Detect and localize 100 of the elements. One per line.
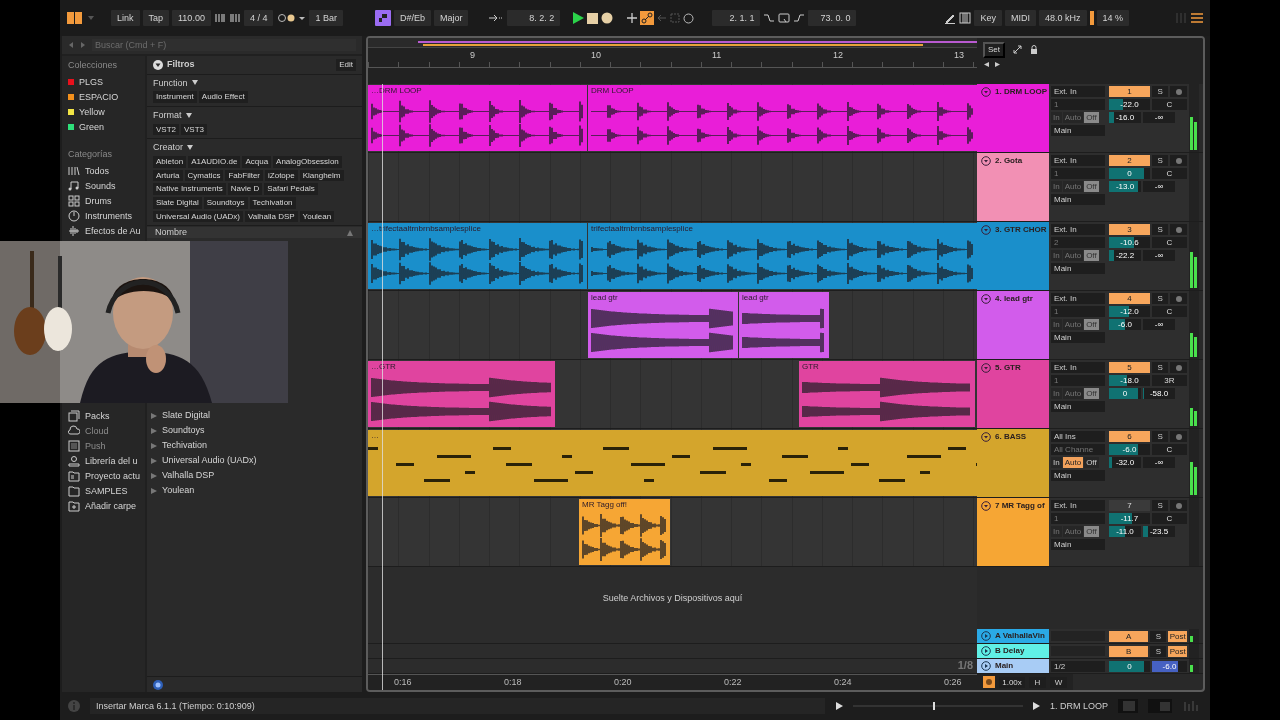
channel-dropdown[interactable]: 1: [1051, 99, 1105, 110]
play-icon[interactable]: [835, 702, 843, 710]
list-header[interactable]: Nombre: [147, 227, 362, 239]
monitor-button[interactable]: Off: [1084, 526, 1099, 537]
arm-icon[interactable]: [1175, 364, 1182, 371]
pan-field[interactable]: C: [1151, 237, 1187, 248]
layout-icon[interactable]: [66, 11, 84, 25]
filter-tag[interactable]: Navie D: [227, 183, 263, 195]
clip[interactable]: GTR: [799, 361, 975, 427]
channel-dropdown[interactable]: 2: [1051, 237, 1105, 248]
monitor-button[interactable]: Off: [1084, 112, 1099, 123]
filter-tag[interactable]: A1AUDIO.de: [188, 156, 241, 168]
filter-tag[interactable]: Acqua: [242, 156, 272, 168]
signature-field[interactable]: 4 / 4: [243, 10, 274, 26]
monitor-button[interactable]: In: [1051, 457, 1062, 468]
track-header[interactable]: Main: [977, 659, 1049, 673]
track-header[interactable]: 5. GTR: [977, 360, 1049, 428]
piano-keys-icon[interactable]: [959, 12, 972, 24]
h-button[interactable]: H: [1029, 676, 1046, 688]
expand-icon[interactable]: [1013, 45, 1022, 55]
return-activator[interactable]: B: [1109, 646, 1149, 657]
fold-icon[interactable]: [981, 156, 991, 166]
category-item[interactable]: Drums: [68, 193, 145, 209]
clip[interactable]: …: [368, 430, 977, 496]
pan-field[interactable]: C: [1151, 306, 1187, 317]
track-header[interactable]: 4. lead gtr: [977, 291, 1049, 359]
play-icon[interactable]: [981, 646, 991, 656]
volume-field[interactable]: -12.0: [1109, 306, 1150, 317]
input-dropdown[interactable]: Ext. In: [1051, 362, 1105, 373]
volume-field[interactable]: 0: [1109, 168, 1150, 179]
monitor-button[interactable]: Off: [1084, 457, 1099, 468]
volume-field[interactable]: -22.0: [1109, 99, 1150, 110]
track-activator[interactable]: 6: [1109, 431, 1150, 442]
play-button[interactable]: [572, 12, 585, 24]
filter-tag[interactable]: Soundtoys: [203, 196, 248, 209]
track-activator[interactable]: 1: [1109, 86, 1150, 97]
nudge-down-icon[interactable]: [213, 12, 226, 24]
arm-icon[interactable]: [1175, 88, 1182, 95]
output-dropdown[interactable]: 1/2: [1051, 661, 1105, 672]
filter-group-title[interactable]: Function: [153, 77, 188, 89]
caret-icon[interactable]: [191, 80, 198, 86]
key-map-button[interactable]: Key: [974, 10, 1002, 26]
collection-item[interactable]: PLGS: [68, 74, 145, 90]
track-header[interactable]: 7 MR Tagg of: [977, 498, 1049, 566]
solo-button[interactable]: S: [1151, 86, 1169, 97]
filter-tag[interactable]: Slate Digital: [153, 196, 202, 209]
solo-button[interactable]: S: [1151, 224, 1169, 235]
send-field[interactable]: -∞: [1143, 250, 1175, 261]
filter-tag[interactable]: Youlean: [299, 210, 335, 223]
help-icon[interactable]: [153, 679, 163, 690]
track-header[interactable]: A ValhallaVin: [977, 629, 1049, 643]
collection-item[interactable]: ESPACIO: [68, 89, 145, 105]
place-item[interactable]: Librería del u: [68, 453, 145, 469]
filter-tag[interactable]: Valhalla DSP: [245, 210, 298, 223]
clip[interactable]: lead gtr: [588, 292, 738, 358]
arm-icon[interactable]: [1175, 502, 1182, 509]
send-field[interactable]: 0: [1109, 388, 1141, 399]
punch-out-icon[interactable]: [793, 13, 806, 23]
send-field[interactable]: -∞: [1143, 319, 1175, 330]
filter-icon[interactable]: [153, 59, 163, 70]
clip[interactable]: DRM LOOP: [588, 85, 977, 151]
pan-field[interactable]: 3R: [1151, 375, 1187, 386]
input-dropdown[interactable]: Ext. In: [1051, 86, 1105, 97]
arm-icon[interactable]: [1175, 295, 1182, 302]
tempo-field[interactable]: 110.00: [172, 10, 211, 26]
sort-icon[interactable]: [346, 228, 354, 237]
record-button[interactable]: [601, 12, 614, 24]
list-item[interactable]: Techivation: [147, 438, 362, 454]
collection-item[interactable]: Yellow: [68, 104, 145, 120]
w-button[interactable]: W: [1050, 676, 1067, 688]
caret-icon[interactable]: [187, 145, 193, 151]
filter-tag[interactable]: Ableton: [153, 156, 187, 168]
send-field[interactable]: -11.0: [1109, 526, 1141, 537]
lock-icon[interactable]: [1030, 45, 1038, 55]
send-field[interactable]: -32.0: [1109, 457, 1141, 468]
monitor-button[interactable]: Off: [1084, 181, 1099, 192]
quantize-dropdown[interactable]: 1 Bar: [309, 10, 343, 26]
pan-field[interactable]: C: [1151, 99, 1187, 110]
fold-icon[interactable]: [981, 501, 991, 511]
edit-button[interactable]: Edit: [336, 59, 356, 71]
back-arrow-icon[interactable]: [68, 41, 74, 49]
filter-tag[interactable]: Klanghelm: [299, 169, 344, 182]
send-field[interactable]: -16.0: [1109, 112, 1141, 123]
tap-button[interactable]: Tap: [142, 10, 170, 26]
filter-group-title[interactable]: Creator: [153, 142, 183, 154]
volume-field[interactable]: -6.0: [1109, 444, 1150, 455]
left-arrow-icon[interactable]: [983, 60, 990, 68]
loop-length-field[interactable]: 73. 0. 0: [808, 10, 857, 26]
clip[interactable]: trifectaaltrnbrnbsamplesplice: [588, 223, 977, 289]
list-item[interactable]: Valhalla DSP: [147, 468, 362, 484]
arm-icon[interactable]: [1175, 433, 1182, 440]
track-activator[interactable]: 7: [1109, 500, 1150, 511]
fold-icon[interactable]: [981, 363, 991, 373]
link-button[interactable]: Link: [111, 10, 140, 26]
place-item[interactable]: Proyecto actu: [68, 468, 145, 484]
track-header[interactable]: B Delay: [977, 644, 1049, 658]
key-icon[interactable]: [374, 10, 391, 26]
post-button[interactable]: Post: [1168, 646, 1187, 657]
filter-tag[interactable]: VST3: [181, 123, 208, 136]
right-arrow-icon[interactable]: [994, 60, 1001, 68]
